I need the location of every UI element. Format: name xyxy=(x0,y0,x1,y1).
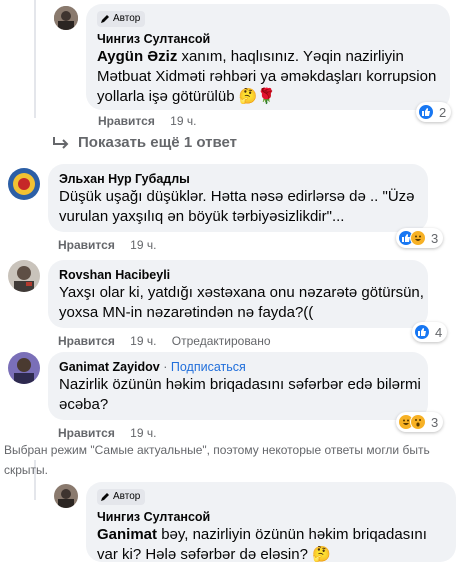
comment-text-line: var ki? Hələ səfərbər də eləsin? xyxy=(97,546,308,563)
author-badge: Автор xyxy=(97,11,146,27)
reply-arrow-icon xyxy=(53,136,69,149)
comment-text-line: xanım, haqlısınız. Yəqin nazirliyin xyxy=(181,48,404,65)
reaction-count: 4 xyxy=(435,324,443,340)
reaction-count: 3 xyxy=(431,414,439,430)
comment-emoji: 🤔🌹 xyxy=(238,88,277,105)
comment-bubble: Автор Чингиз Султансой Ganimat bəy, nazi… xyxy=(86,482,456,563)
comment-author[interactable]: Эльхан Нур Губадлы xyxy=(59,171,417,187)
like-button[interactable]: Нравится xyxy=(58,238,115,252)
like-button[interactable]: Нравится xyxy=(58,426,115,440)
edited-label: Отредактировано xyxy=(171,334,271,348)
comment-text-line: yoxsa MN-in nəzarətindən nə fayda?(( xyxy=(59,304,314,321)
show-more-replies-link[interactable]: Показать ещё 1 ответ xyxy=(52,134,237,151)
avatar-image xyxy=(8,352,40,384)
avatar-image xyxy=(8,260,40,292)
reaction-summary[interactable]: 3 xyxy=(396,412,444,432)
author-badge-label: Автор xyxy=(113,13,141,24)
comment-bubble: Эльхан Нур Губадлы Düşük uşağı düşüklər.… xyxy=(48,164,428,232)
comment-actions: Нравится 19 ч. Отредактировано xyxy=(58,334,271,348)
comment-text-line: Yaxşı olar ki, yatdığı xəstəxana onu nəz… xyxy=(59,284,424,301)
tagged-user[interactable]: Aygün Əziz xyxy=(97,48,177,65)
like-reaction-icon xyxy=(414,324,430,340)
comment-time[interactable]: 19 ч. xyxy=(130,334,156,348)
comment-author[interactable]: Ganimat Zayidov xyxy=(59,360,160,374)
follow-button[interactable]: Подписаться xyxy=(171,360,246,374)
author-badge-label: Автор xyxy=(113,491,141,502)
comment-text-line: Düşük uşağı düşüklər. Hətta nəsə edirlər… xyxy=(59,188,415,205)
comment-author[interactable]: Rovshan Hacibeyli xyxy=(59,267,417,283)
wow-reaction-icon xyxy=(410,414,426,430)
like-button[interactable]: Нравится xyxy=(58,334,115,348)
avatar[interactable] xyxy=(54,484,78,508)
comment-author[interactable]: Чингиз Султансой xyxy=(97,510,210,524)
avatar-image xyxy=(8,168,40,200)
reaction-summary[interactable]: 3 xyxy=(396,228,444,248)
like-reaction-icon xyxy=(418,104,434,120)
haha-reaction-icon xyxy=(410,230,426,246)
reaction-count: 2 xyxy=(439,104,447,120)
comment-actions: Нравится 19 ч. xyxy=(98,114,196,128)
show-more-replies-label: Показать ещё 1 ответ xyxy=(78,134,237,151)
comment-actions: Нравится 19 ч. xyxy=(58,426,156,440)
name-separator: · xyxy=(163,360,168,374)
like-button[interactable]: Нравится xyxy=(98,114,155,128)
reaction-count: 3 xyxy=(431,230,439,246)
comment-text-line: vurulan yaxşılıq ən böyük tərbiyəsizlikd… xyxy=(59,208,345,225)
tagged-user[interactable]: Ganimat xyxy=(97,526,157,543)
comment-text-line: Mətbuat Xidməti rəhbəri ya əməkdaşları k… xyxy=(97,68,437,85)
comment-bubble: Ganimat Zayidov · Подписаться Nazirlik ö… xyxy=(48,352,428,420)
filter-notice: Выбран режим "Самые актуальные", поэтому… xyxy=(4,443,430,477)
reaction-summary[interactable]: 2 xyxy=(416,102,452,122)
avatar[interactable] xyxy=(54,6,78,30)
comment-text-line: yollarla işə götürülüb xyxy=(97,88,235,105)
avatar[interactable] xyxy=(8,260,40,292)
comment-time[interactable]: 19 ч. xyxy=(130,426,156,440)
thread-line xyxy=(34,0,36,118)
comment-emoji: 🤔 xyxy=(312,546,331,563)
avatar[interactable] xyxy=(8,168,40,200)
author-pen-icon xyxy=(101,15,109,23)
avatar-image xyxy=(54,6,78,30)
avatar-image xyxy=(54,484,78,508)
comment-author[interactable]: Чингиз Султансой xyxy=(97,32,210,46)
reaction-summary[interactable]: 4 xyxy=(412,322,448,342)
comment-bubble: Автор Чингиз Султансой Aygün Əziz xanım,… xyxy=(86,4,450,110)
author-badge: Автор xyxy=(97,489,146,505)
avatar[interactable] xyxy=(8,352,40,384)
author-pen-icon xyxy=(101,493,109,501)
comment-actions: Нравится 19 ч. xyxy=(58,238,156,252)
comment-time[interactable]: 19 ч. xyxy=(130,238,156,252)
comment-text-line: əcəba? xyxy=(59,396,109,413)
comment-text-line: bəy, nazirliyin özünün həkim briqadasını xyxy=(161,526,427,543)
comment-bubble: Rovshan Hacibeyli Yaxşı olar ki, yatdığı… xyxy=(48,260,428,328)
comment-time[interactable]: 19 ч. xyxy=(170,114,196,128)
comment-text-line: Nazirlik özünün həkim briqadasını səfərb… xyxy=(59,376,421,393)
